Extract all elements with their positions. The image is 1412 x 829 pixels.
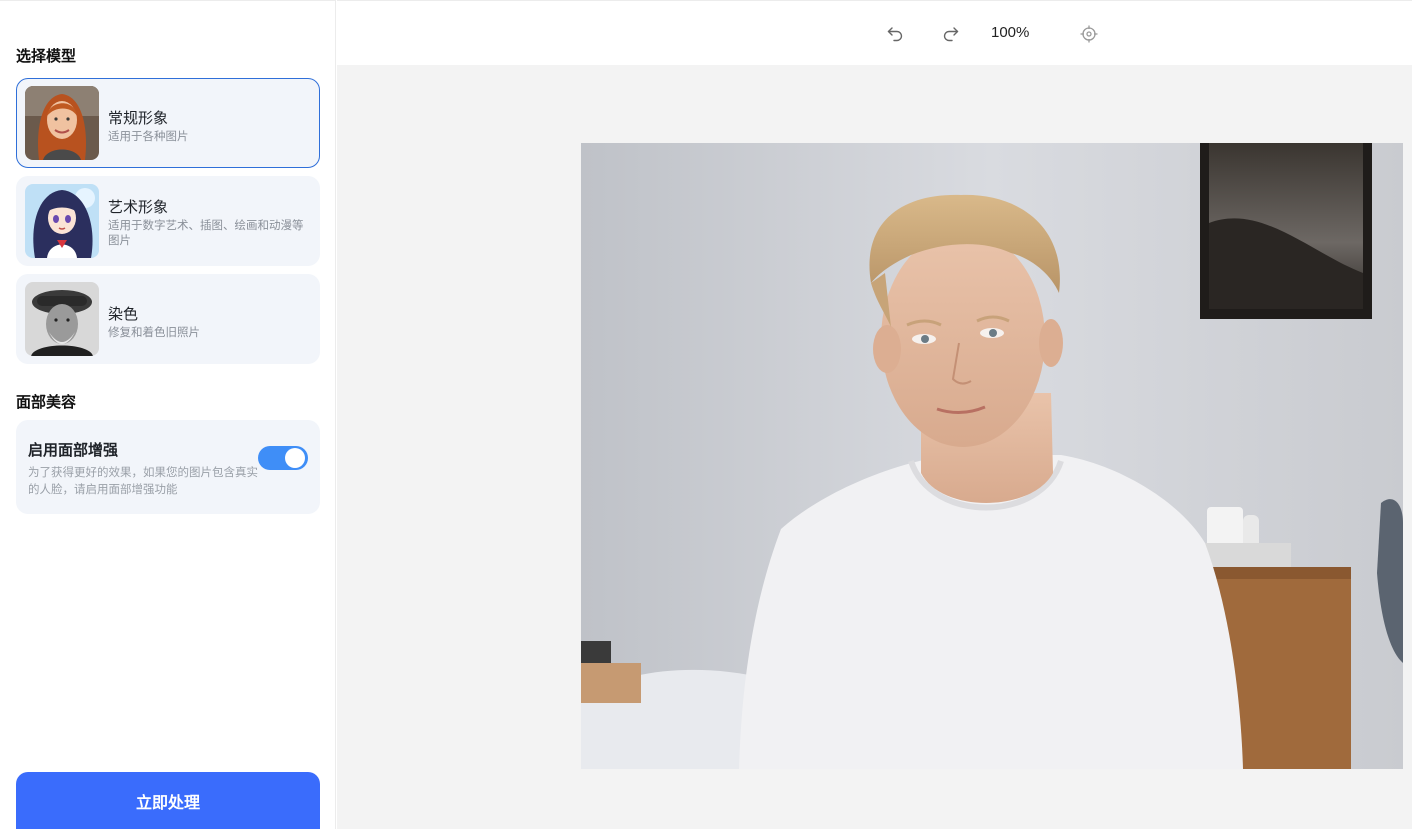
model-description: 适用于各种图片 <box>108 129 189 143</box>
process-now-button[interactable]: 立即处理 <box>16 772 320 829</box>
face-enhance-title: 启用面部增强 <box>28 441 119 459</box>
app: 选择模型 常规形象 适用于各种图片 艺术形象 适用于数字艺术、插图、绘画和动漫等… <box>0 0 1412 829</box>
model-card-art[interactable]: 艺术形象 适用于数字艺术、插图、绘画和动漫等图片 <box>16 176 320 266</box>
sidebar: 选择模型 常规形象 适用于各种图片 艺术形象 适用于数字艺术、插图、绘画和动漫等… <box>0 0 336 829</box>
toggle-knob <box>285 448 305 468</box>
model-thumbnail-regular <box>25 86 99 160</box>
toolbar: 100% <box>337 0 1412 65</box>
face-section-title: 面部美容 <box>16 393 77 411</box>
model-name: 常规形象 <box>108 109 169 127</box>
face-enhance-toggle[interactable] <box>258 446 308 470</box>
model-name: 艺术形象 <box>108 198 169 216</box>
redo-icon[interactable] <box>940 23 962 45</box>
model-card-colorize[interactable]: 染色 修复和着色旧照片 <box>16 274 320 364</box>
undo-icon[interactable] <box>884 23 906 45</box>
model-description: 修复和着色旧照片 <box>108 325 200 339</box>
face-enhance-description: 为了获得更好的效果，如果您的图片包含真实的人脸，请启用面部增强功能 <box>28 465 258 496</box>
zoom-level: 100% <box>991 24 1030 41</box>
model-description: 适用于数字艺术、插图、绘画和动漫等图片 <box>108 218 304 247</box>
model-card-regular[interactable]: 常规形象 适用于各种图片 <box>16 78 320 168</box>
locate-icon[interactable] <box>1078 23 1100 45</box>
model-name: 染色 <box>108 305 139 323</box>
model-section-title: 选择模型 <box>16 47 77 65</box>
model-thumbnail-colorize <box>25 282 99 356</box>
image-canvas[interactable] <box>337 65 1412 829</box>
model-thumbnail-art <box>25 184 99 258</box>
face-enhance-card: 启用面部增强 为了获得更好的效果，如果您的图片包含真实的人脸，请启用面部增强功能 <box>16 420 320 514</box>
uploaded-photo <box>581 143 1403 769</box>
